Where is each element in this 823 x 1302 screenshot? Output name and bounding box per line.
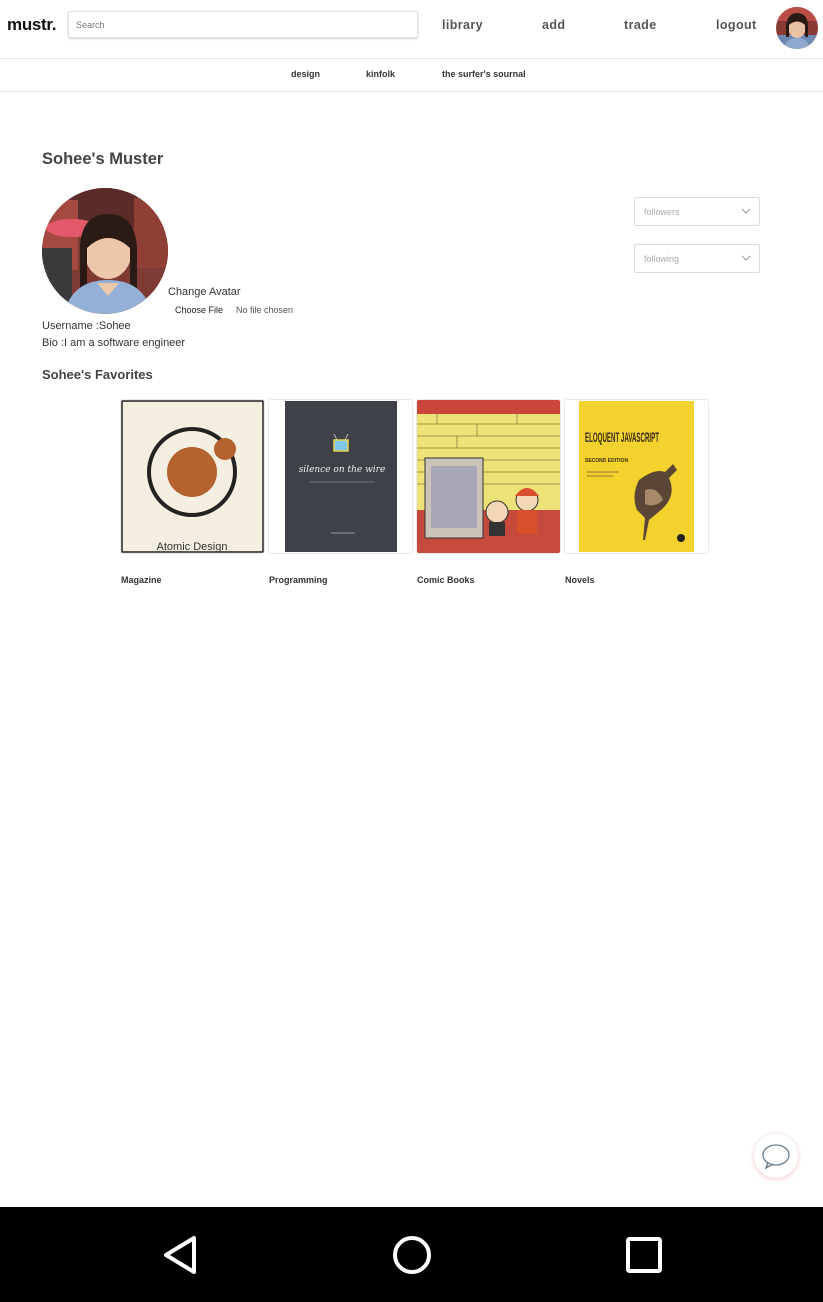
bio-line: Bio :I am a software engineer xyxy=(42,337,185,349)
favorite-label-novels[interactable]: Novels xyxy=(565,575,595,585)
chevron-down-icon xyxy=(741,255,751,261)
favorite-card-programming[interactable]: silence on the wire xyxy=(268,399,413,554)
followers-select-value: followers xyxy=(644,207,680,217)
username-label: Username : xyxy=(42,320,99,332)
subnav-surfers-journal[interactable]: the surfer's sournal xyxy=(442,69,526,79)
system-navbar xyxy=(0,1207,823,1302)
comic-cover-image xyxy=(417,400,560,553)
system-back-button[interactable] xyxy=(152,1227,208,1283)
file-status-text: No file chosen xyxy=(236,305,294,315)
bio-label: Bio : xyxy=(42,337,65,349)
recents-square-icon xyxy=(626,1237,662,1273)
novels-cover-subtitle: SECOND EDITION xyxy=(585,458,628,464)
favorite-label-programming[interactable]: Programming xyxy=(269,575,328,585)
favorite-card-novels[interactable]: ELOQUENT JAVASCRIPT SECOND EDITION xyxy=(564,399,709,554)
nav-logout[interactable]: logout xyxy=(716,18,757,32)
programming-cover-title: silence on the wire xyxy=(299,465,386,475)
back-triangle-icon xyxy=(164,1236,196,1274)
magazine-cover-image: Atomic Design xyxy=(121,400,264,553)
system-home-button[interactable] xyxy=(384,1227,440,1283)
home-circle-icon xyxy=(393,1236,431,1274)
favorite-card-comic-books[interactable] xyxy=(416,399,561,554)
followers-select[interactable]: followers xyxy=(634,197,760,226)
user-avatar-image xyxy=(776,7,818,49)
nav-add[interactable]: add xyxy=(542,18,565,32)
username-value: Sohee xyxy=(98,320,131,332)
app-logo[interactable]: mustr. xyxy=(7,15,57,35)
following-select[interactable]: following xyxy=(634,244,760,273)
nav-trade[interactable]: trade xyxy=(624,18,657,32)
nav-library[interactable]: library xyxy=(442,18,483,32)
username-line: Username :Sohee xyxy=(42,320,131,332)
chat-button[interactable] xyxy=(754,1134,798,1178)
favorite-card-magazine[interactable]: Atomic Design xyxy=(120,399,265,554)
user-avatar[interactable] xyxy=(776,7,818,49)
subnav-kinfolk[interactable]: kinfolk xyxy=(366,69,395,79)
magazine-cover-title: Atomic Design xyxy=(157,541,228,553)
favorites-title: Sohee's Favorites xyxy=(42,367,153,382)
novels-cover-image: ELOQUENT JAVASCRIPT SECOND EDITION xyxy=(565,400,708,553)
chat-bubble-icon xyxy=(762,1144,790,1170)
search-input[interactable] xyxy=(68,11,418,38)
profile-avatar xyxy=(42,188,168,314)
programming-cover-image: silence on the wire xyxy=(269,400,412,553)
profile-avatar-image xyxy=(42,188,168,314)
subnav-design[interactable]: design xyxy=(291,69,320,79)
following-select-value: following xyxy=(644,254,680,264)
favorite-label-comic-books[interactable]: Comic Books xyxy=(417,575,475,585)
top-navbar: mustr. library add trade logout xyxy=(0,0,823,59)
change-avatar-label: Change Avatar xyxy=(168,286,241,298)
bio-value: I am a software engineer xyxy=(64,337,186,349)
chevron-down-icon xyxy=(741,208,751,214)
system-recents-button[interactable] xyxy=(616,1227,672,1283)
choose-file-button[interactable]: Choose File xyxy=(175,305,223,315)
favorite-label-magazine[interactable]: Magazine xyxy=(121,575,162,585)
novels-cover-title: ELOQUENT JAVASCRIPT xyxy=(585,429,659,445)
category-subnav: design kinfolk the surfer's sournal xyxy=(0,59,823,92)
page-title: Sohee's Muster xyxy=(42,150,164,168)
